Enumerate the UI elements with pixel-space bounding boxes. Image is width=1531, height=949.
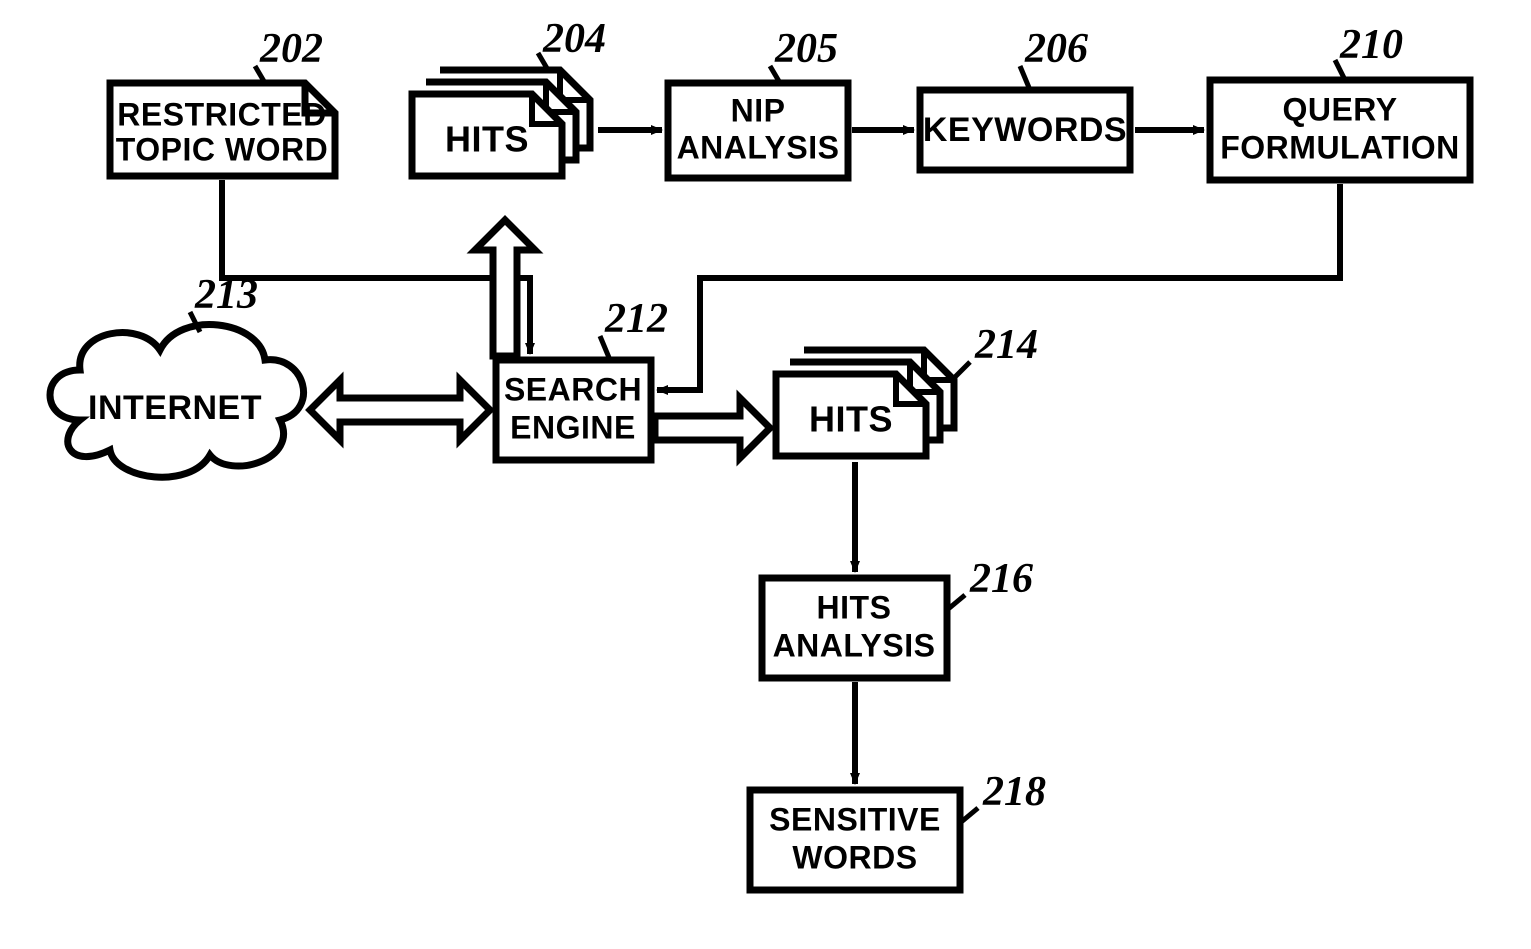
ref-214: 214	[974, 322, 1038, 368]
ref-218: 218	[982, 769, 1046, 815]
hits-right-label: HITS	[809, 399, 893, 440]
nip-label-bottom: ANALYSIS	[677, 129, 840, 165]
hits-analysis-label-bottom: ANALYSIS	[773, 627, 936, 663]
ref-212: 212	[604, 296, 668, 342]
node-search-engine: SEARCH ENGINE 212	[496, 296, 668, 460]
sensitive-label-bottom: WORDS	[792, 839, 917, 875]
sensitive-label-top: SENSITIVE	[769, 801, 941, 837]
restricted-topic-label-bottom: TOPIC WORD	[116, 131, 328, 167]
block-arrow-internet-search	[310, 380, 490, 440]
node-restricted-topic: RESTRICTED TOPIC WORD 202	[110, 26, 335, 176]
flow-diagram: RESTRICTED TOPIC WORD 202 HITS 204 NIP A…	[0, 0, 1531, 949]
query-label-top: QUERY	[1282, 91, 1397, 127]
ref-206: 206	[1024, 26, 1088, 72]
restricted-topic-label-top: RESTRICTED	[117, 96, 326, 132]
arrow-restricted-to-search	[222, 180, 530, 354]
node-query-formulation: QUERY FORMULATION 210	[1210, 22, 1470, 180]
nip-label-top: NIP	[731, 92, 786, 128]
ref-216: 216	[969, 556, 1033, 602]
node-hits-right: HITS 214	[776, 322, 1038, 456]
ref-202: 202	[259, 26, 323, 72]
search-label-top: SEARCH	[504, 371, 642, 407]
hits-top-label: HITS	[445, 119, 529, 160]
node-hits-analysis: HITS ANALYSIS 216	[762, 556, 1033, 678]
node-keywords: KEYWORDS 206	[920, 26, 1130, 170]
internet-label: INTERNET	[88, 389, 262, 427]
node-nip-analysis: NIP ANALYSIS 205	[668, 26, 848, 178]
node-hits-top: HITS 204	[412, 16, 606, 176]
block-arrow-search-to-hits-right	[655, 398, 770, 458]
ref-205: 205	[774, 26, 838, 72]
node-sensitive-words: SENSITIVE WORDS 218	[750, 769, 1046, 890]
ref-210: 210	[1339, 22, 1403, 68]
query-label-bottom: FORMULATION	[1220, 129, 1460, 165]
ref-204: 204	[542, 16, 606, 62]
block-arrow-search-to-hits-top	[475, 220, 535, 356]
keywords-label: KEYWORDS	[923, 111, 1127, 149]
hits-analysis-label-top: HITS	[817, 589, 892, 625]
node-internet: INTERNET 213	[50, 272, 304, 477]
search-label-bottom: ENGINE	[510, 409, 636, 445]
